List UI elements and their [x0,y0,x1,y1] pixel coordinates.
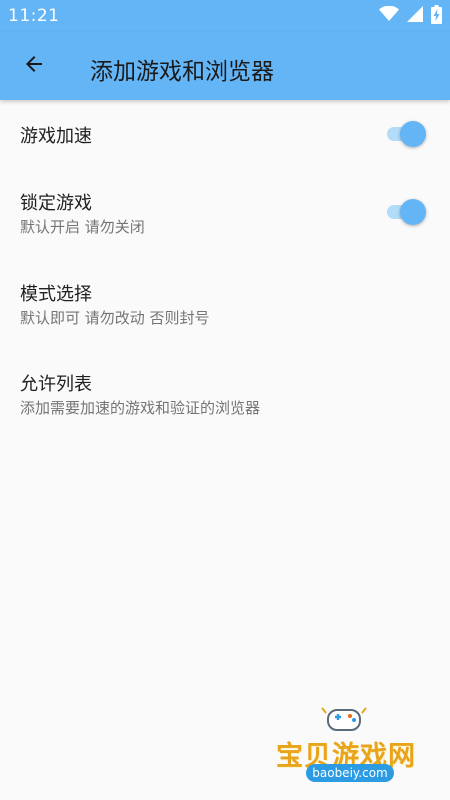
lock-game-switch[interactable] [385,199,427,225]
status-time: 11:21 [8,6,60,26]
setting-title: 允许列表 [20,374,92,395]
setting-allow-list[interactable]: 允许列表 添加需要加速的游戏和验证的浏览器 [0,348,450,438]
setting-game-acceleration[interactable]: 游戏加速 [0,100,450,168]
app-bar: 添加游戏和浏览器 [0,32,450,100]
switch-thumb [400,121,426,147]
status-bar: 11:21 [0,0,450,32]
setting-lock-game[interactable]: 锁定游戏 默认开启 请勿关闭 [0,168,450,258]
setting-mode-selection[interactable]: 模式选择 默认即可 请勿改动 否则封号 [0,258,450,348]
setting-summary: 默认开启 请勿关闭 [20,218,145,236]
battery-charging-icon [431,4,442,28]
page-title: 添加游戏和浏览器 [90,59,274,85]
watermark-url: baobeiy.com [306,764,394,782]
watermark-logo: 宝贝游戏网 baobeiy.com [270,700,430,796]
setting-summary: 默认即可 请勿改动 否则封号 [20,309,210,327]
setting-title: 锁定游戏 [20,193,92,214]
game-acceleration-switch[interactable] [385,121,427,147]
wifi-icon [379,5,399,26]
setting-title: 模式选择 [20,284,92,305]
back-button[interactable] [14,46,54,86]
cellular-signal-icon [407,6,423,26]
setting-title: 游戏加速 [20,126,92,147]
setting-summary: 添加需要加速的游戏和验证的浏览器 [20,399,261,417]
switch-thumb [400,199,426,225]
arrow-left-icon [22,52,46,80]
status-icons [379,4,442,28]
settings-screen: 11:21 添加游戏和浏览器 游戏加速 锁定游戏 默认开启 请勿关闭 模式选择 … [0,0,450,800]
